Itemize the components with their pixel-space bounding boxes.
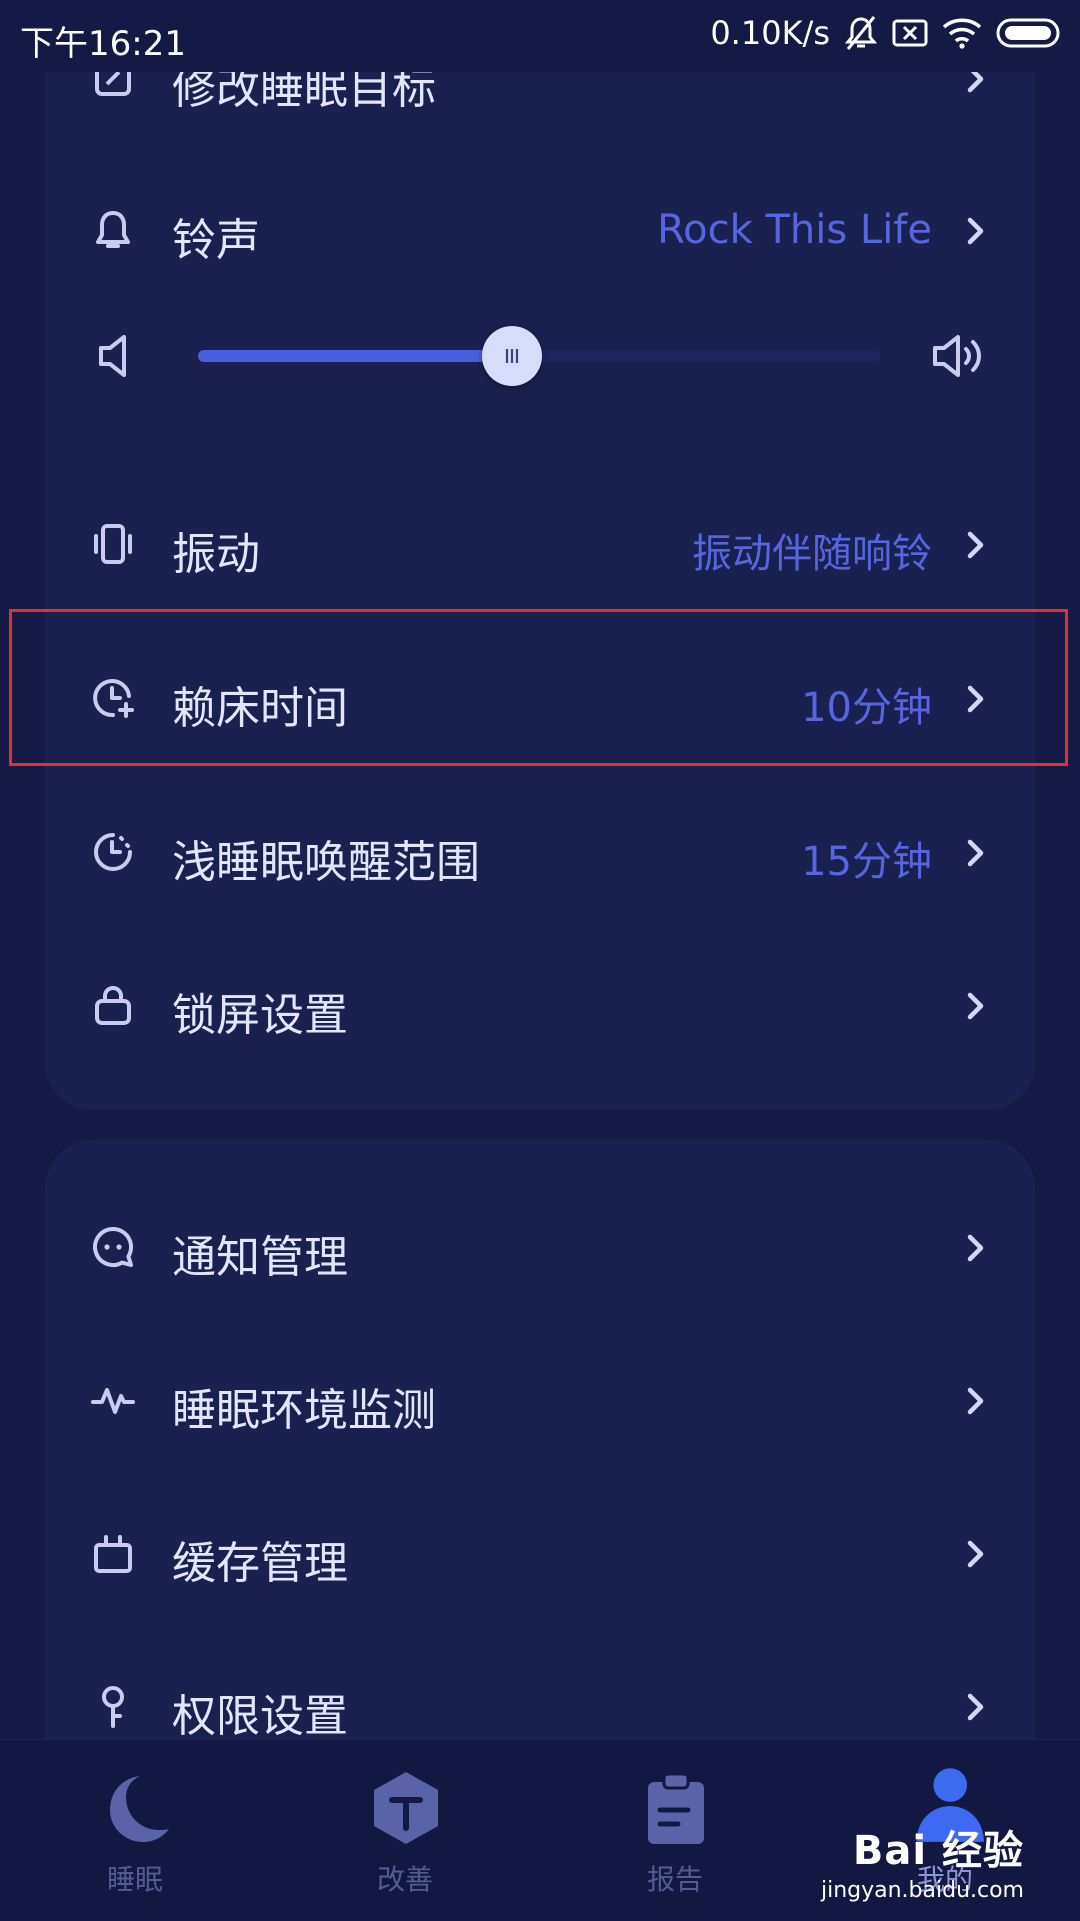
chevron-right-icon [967,217,984,245]
ringtone-label: 铃声 [172,215,260,266]
lock-screen-row[interactable]: 锁屏设置 [45,955,1035,1055]
volume-slider-row [45,306,1035,406]
grip-icon [505,349,518,363]
moon-icon [110,1776,169,1842]
lock-icon [95,986,131,1025]
chevron-right-icon [967,839,984,867]
clipboard-icon [648,1772,704,1844]
nav-report-label: 报告 [646,1863,703,1896]
tv-icon [94,1535,132,1573]
volume-high-icon [933,335,981,377]
volume-slider[interactable] [198,326,880,386]
environment-row[interactable]: 睡眠环境监测 [45,1350,1035,1450]
clock-plus-icon [93,679,134,718]
status-time: 下午16:21 [20,24,186,64]
chevron-right-icon [967,1387,984,1415]
vibration-value: 振动伴随响铃 [692,531,932,577]
vibrate-icon [94,524,132,564]
ringtone-value: Rock This Life [657,207,932,253]
light-sleep-row[interactable]: 浅睡眠唤醒范围 15分钟 [45,802,1035,902]
permissions-label: 权限设置 [172,1691,348,1742]
chevron-right-icon [967,685,984,713]
snooze-value: 10分钟 [801,685,932,731]
lock-screen-label: 锁屏设置 [172,990,348,1041]
nav-improve-label: 改善 [376,1863,433,1896]
snooze-row[interactable]: 赖床时间 10分钟 [45,648,1035,748]
ringtone-row[interactable]: 铃声 Rock This Life [45,180,1035,280]
light-sleep-value: 15分钟 [801,839,932,885]
status-bar: 下午16:21 0.10K/s [0,0,1080,72]
cache-row[interactable]: 缓存管理 [45,1503,1035,1603]
clock-dashed-icon [94,833,132,871]
cache-label: 缓存管理 [172,1538,348,1589]
chevron-right-icon [967,1234,984,1262]
nav-sleep[interactable]: 睡眠 [0,1740,270,1921]
status-icons: 0.10K/s [710,14,1062,52]
vibration-row[interactable]: 振动 振动伴随响铃 [45,494,1035,594]
notifications-label: 通知管理 [172,1232,348,1283]
chevron-right-icon [967,531,984,559]
bell-icon [96,211,130,248]
alarm-settings-card: 修改睡眠目标 铃声 Rock This Life 振动 振动伴随响铃 赖床时间 … [45,0,1035,1110]
volume-low-icon [99,335,126,377]
key-icon [102,1686,124,1728]
volume-slider-thumb[interactable] [481,326,542,386]
baidu-watermark: Bai 经验 jingyan.baidu.com [821,1818,1024,1903]
nav-improve[interactable]: 改善 [270,1740,540,1921]
watermark-url: jingyan.baidu.com [820,1878,1024,1903]
battery-icon [996,18,1060,48]
net-speed: 0.10K/s [710,14,830,52]
volume-slider-fill [198,350,512,362]
pulse-icon [91,1388,135,1414]
light-sleep-label: 浅睡眠唤醒范围 [172,837,480,888]
arrow-up-hex-icon [374,1772,438,1844]
nav-report[interactable]: 报告 [540,1740,810,1921]
watermark-logo: Bai 经验 [852,1828,1024,1874]
chat-bubble-icon [93,1226,134,1267]
chevron-right-icon [967,992,984,1020]
environment-label: 睡眠环境监测 [172,1385,436,1436]
vibration-label: 振动 [172,529,260,580]
sim-off-icon [892,19,928,47]
notifications-row[interactable]: 通知管理 [45,1197,1035,1297]
chevron-right-icon [967,1540,984,1568]
snooze-label: 赖床时间 [172,683,348,734]
mute-bell-icon [844,16,878,50]
wifi-icon [942,18,982,49]
chevron-right-icon [967,1693,984,1721]
nav-sleep-label: 睡眠 [106,1863,163,1896]
general-settings-card: 通知管理 睡眠环境监测 缓存管理 权限设置 [45,1140,1035,1840]
